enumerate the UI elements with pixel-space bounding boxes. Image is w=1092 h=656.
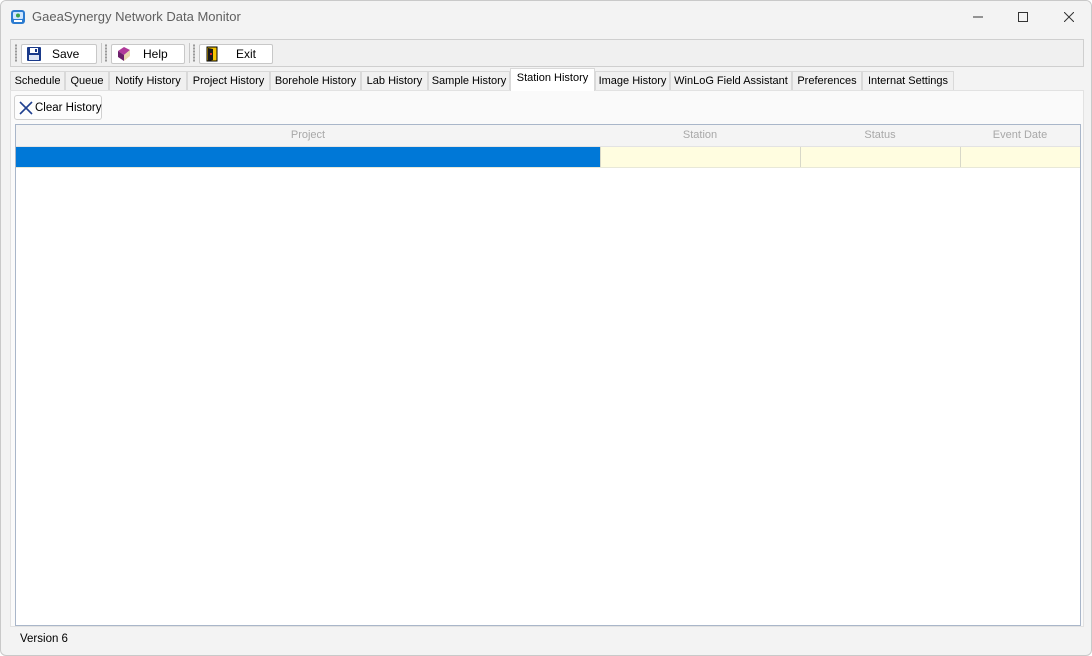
tab-label: Internat Settings [867,75,949,87]
cell-event-date[interactable] [960,147,1080,167]
grid-header: Project Station Status Event Date [16,125,1080,147]
minimize-button[interactable] [955,1,1001,33]
tab-image-history[interactable]: Image History [595,71,670,91]
maximize-button[interactable] [1000,1,1046,33]
toolbar-separator [189,43,190,63]
floppy-disk-icon [26,46,42,62]
clear-history-button[interactable]: Clear History [14,95,102,120]
tab-label: WinLoG Field Assistant [674,75,788,87]
tab-sample-history[interactable]: Sample History [428,71,510,91]
clear-history-label: Clear History [35,102,102,114]
cell-status[interactable] [800,147,960,167]
tab-station-history[interactable]: Station History [510,68,595,91]
title-bar: GaeaSynergy Network Data Monitor [1,1,1091,33]
save-button[interactable]: Save [21,44,97,64]
book-icon [116,46,132,62]
toolbar-grip[interactable] [105,44,107,62]
x-icon [19,101,33,115]
network-monitor-icon [10,9,26,25]
tab-label: Station History [516,72,589,84]
tab-winlog-field-assistant[interactable]: WinLoG Field Assistant [670,71,792,91]
column-header-event-date[interactable]: Event Date [960,129,1080,141]
column-header-status[interactable]: Status [800,129,960,141]
close-icon [1064,12,1074,22]
tab-internat-settings[interactable]: Internat Settings [862,71,954,91]
cell-station[interactable] [600,147,800,167]
exit-button[interactable]: Exit [199,44,273,64]
tab-label: Image History [598,75,667,87]
tab-label: Lab History [366,75,423,87]
tab-project-history[interactable]: Project History [187,71,270,91]
tab-notify-history[interactable]: Notify History [109,71,187,91]
app-window: GaeaSynergy Network Data Monitor Save He… [0,0,1092,656]
door-exit-icon [204,46,220,62]
window-title: GaeaSynergy Network Data Monitor [32,9,241,24]
tab-label: Notify History [115,75,181,87]
tab-schedule[interactable]: Schedule [10,71,65,91]
status-bar: Version 6 [1,627,1091,655]
tab-preferences[interactable]: Preferences [792,71,862,91]
tab-strip: Schedule Queue Notify History Project Hi… [10,68,1084,91]
toolbar-grip[interactable] [193,44,195,62]
station-history-panel: Clear History Project Station Status Eve… [10,90,1084,627]
close-button[interactable] [1046,1,1091,33]
tab-label: Borehole History [274,75,357,87]
tab-queue[interactable]: Queue [65,71,109,91]
toolbar-grip[interactable] [15,44,17,62]
table-row[interactable] [16,147,1080,168]
cell-project[interactable] [16,147,600,167]
tab-label: Schedule [14,75,61,87]
column-header-project[interactable]: Project [16,129,600,141]
help-label: Help [143,47,168,61]
toolbar: Save Help Exit [10,39,1084,67]
station-history-grid[interactable]: Project Station Status Event Date [15,124,1081,626]
save-label: Save [52,47,80,61]
tab-lab-history[interactable]: Lab History [361,71,428,91]
tab-label: Preferences [797,75,857,87]
tab-label: Sample History [431,75,507,87]
tab-label: Queue [70,75,104,87]
column-header-station[interactable]: Station [600,129,800,141]
toolbar-separator [101,43,102,63]
tab-borehole-history[interactable]: Borehole History [270,71,361,91]
version-text: Version 6 [20,633,68,645]
help-button[interactable]: Help [111,44,185,64]
tab-label: Project History [192,75,265,87]
exit-label: Exit [236,47,257,61]
